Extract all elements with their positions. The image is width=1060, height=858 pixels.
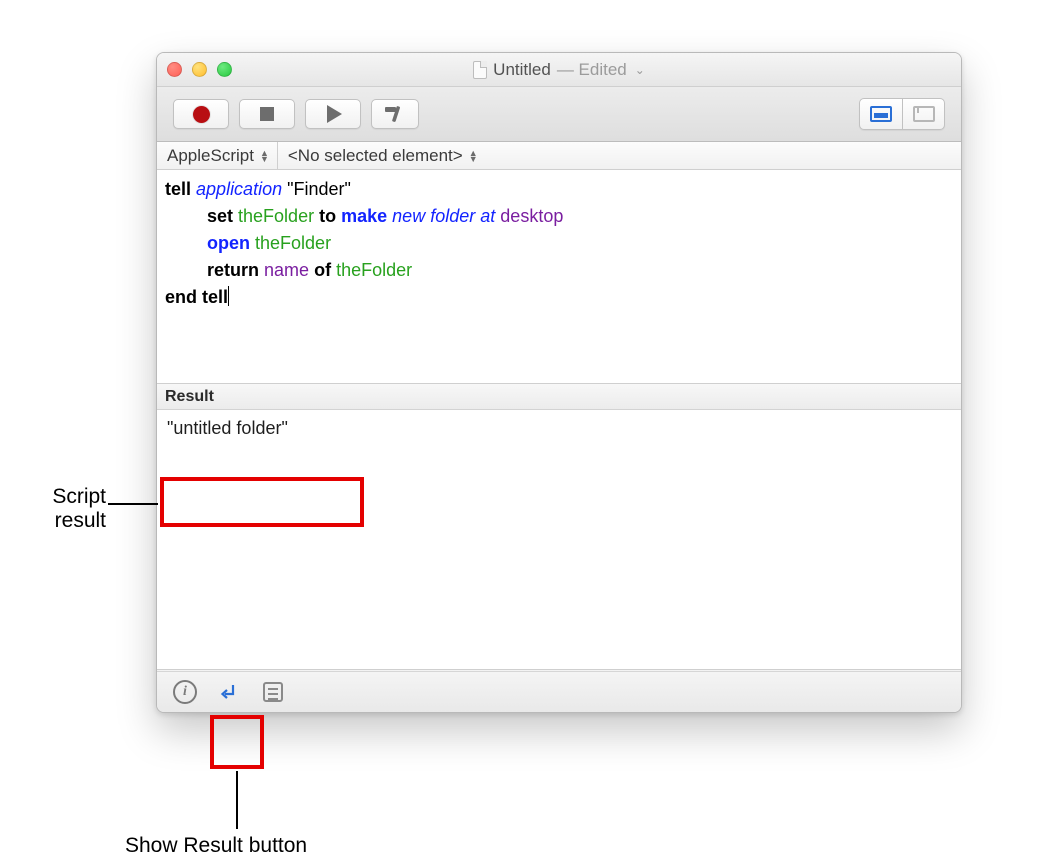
compile-button[interactable]: [371, 99, 419, 129]
code-command: make: [341, 206, 387, 226]
callout-box-show-result: [210, 715, 264, 769]
titlebar: Untitled — Edited ⌄: [157, 53, 961, 87]
window-controls: [167, 62, 232, 77]
return-icon: [218, 681, 240, 703]
chevron-down-icon[interactable]: ⌄: [635, 63, 645, 77]
text-caret: [228, 286, 229, 306]
bottom-bar: i: [157, 671, 961, 712]
toolbar: [157, 87, 961, 142]
code-keyword: of: [314, 260, 331, 280]
language-selector[interactable]: AppleScript ▲▼: [157, 142, 278, 169]
code-variable: theFolder: [336, 260, 412, 280]
code-keyword: at: [480, 206, 495, 226]
event-log-button[interactable]: [259, 678, 287, 706]
result-pane[interactable]: "untitled folder": [157, 410, 961, 670]
callout-leader-line: [108, 503, 158, 505]
info-icon: i: [173, 680, 197, 704]
code-keyword: tell: [202, 287, 228, 307]
window-edited: — Edited: [557, 60, 627, 80]
close-icon[interactable]: [167, 62, 182, 77]
minimize-icon[interactable]: [192, 62, 207, 77]
hammer-icon: [384, 104, 406, 124]
view-side-pane-button[interactable]: [902, 99, 944, 129]
callout-leader-line: [236, 771, 238, 829]
code-keyword: tell: [165, 179, 191, 199]
result-heading: Result: [157, 384, 961, 410]
callout-label-script-result: Script result: [14, 485, 106, 533]
play-icon: [327, 105, 342, 123]
description-button[interactable]: i: [171, 678, 199, 706]
view-segmented-control: [859, 98, 945, 130]
window-title: Untitled: [493, 60, 551, 80]
code-command: open: [207, 233, 250, 253]
stop-icon: [260, 107, 274, 121]
pane-side-icon: [913, 106, 935, 122]
element-selector[interactable]: <No selected element> ▲▼: [278, 142, 486, 169]
code-keyword: set: [207, 206, 233, 226]
code-keyword: end: [165, 287, 197, 307]
code-class: folder: [430, 206, 475, 226]
code-keyword: new: [392, 206, 425, 226]
run-button[interactable]: [305, 99, 361, 129]
language-label: AppleScript: [167, 146, 254, 166]
script-editor-area[interactable]: tell application "Finder" set theFolder …: [157, 170, 961, 384]
code-string: "Finder": [287, 179, 351, 199]
code-variable: theFolder: [238, 206, 314, 226]
pane-bottom-icon: [870, 106, 892, 122]
code-keyword: return: [207, 260, 259, 280]
show-result-button[interactable]: [215, 678, 243, 706]
updown-icon: ▲▼: [260, 150, 269, 162]
callout-label-show-result: Show Result button: [125, 834, 307, 858]
document-icon: [473, 61, 487, 79]
log-icon: [263, 682, 283, 702]
code-property: name: [264, 260, 309, 280]
element-label: <No selected element>: [288, 146, 463, 166]
code-keyword: to: [319, 206, 336, 226]
record-button[interactable]: [173, 99, 229, 129]
navigation-bar: AppleScript ▲▼ <No selected element> ▲▼: [157, 142, 961, 170]
updown-icon: ▲▼: [469, 150, 478, 162]
record-icon: [193, 106, 210, 123]
view-result-pane-button[interactable]: [860, 99, 902, 129]
code-variable: theFolder: [255, 233, 331, 253]
code-class: application: [196, 179, 282, 199]
result-value: "untitled folder": [167, 418, 288, 438]
zoom-icon[interactable]: [217, 62, 232, 77]
script-editor-window: Untitled — Edited ⌄: [156, 52, 962, 713]
stop-button[interactable]: [239, 99, 295, 129]
code-enum: desktop: [500, 206, 563, 226]
